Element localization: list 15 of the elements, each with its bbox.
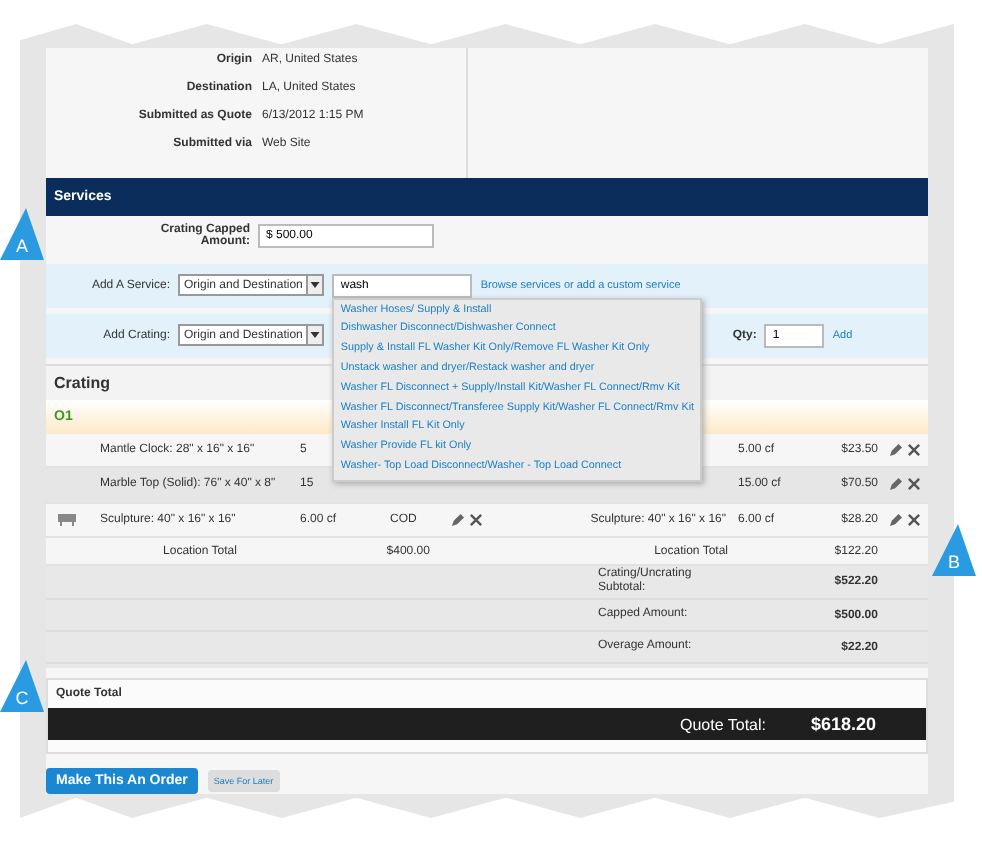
delete-icon[interactable] <box>908 513 920 526</box>
delete-icon[interactable] <box>470 513 482 526</box>
caret-icon <box>306 276 323 295</box>
total-value: $618.20 <box>808 714 876 734</box>
pencil-icon[interactable] <box>890 513 902 526</box>
pencil-icon[interactable] <box>452 513 464 526</box>
callout-marker: A <box>0 208 44 260</box>
delete-icon[interactable] <box>908 443 920 456</box>
callout-marker: C <box>0 660 44 712</box>
callout-marker: B <box>932 524 976 576</box>
pencil-icon[interactable] <box>890 478 902 491</box>
caret-icon <box>306 326 323 345</box>
total-label: Quote Total: <box>678 715 768 733</box>
pencil-icon[interactable] <box>890 443 902 456</box>
delete-icon[interactable] <box>908 478 920 491</box>
